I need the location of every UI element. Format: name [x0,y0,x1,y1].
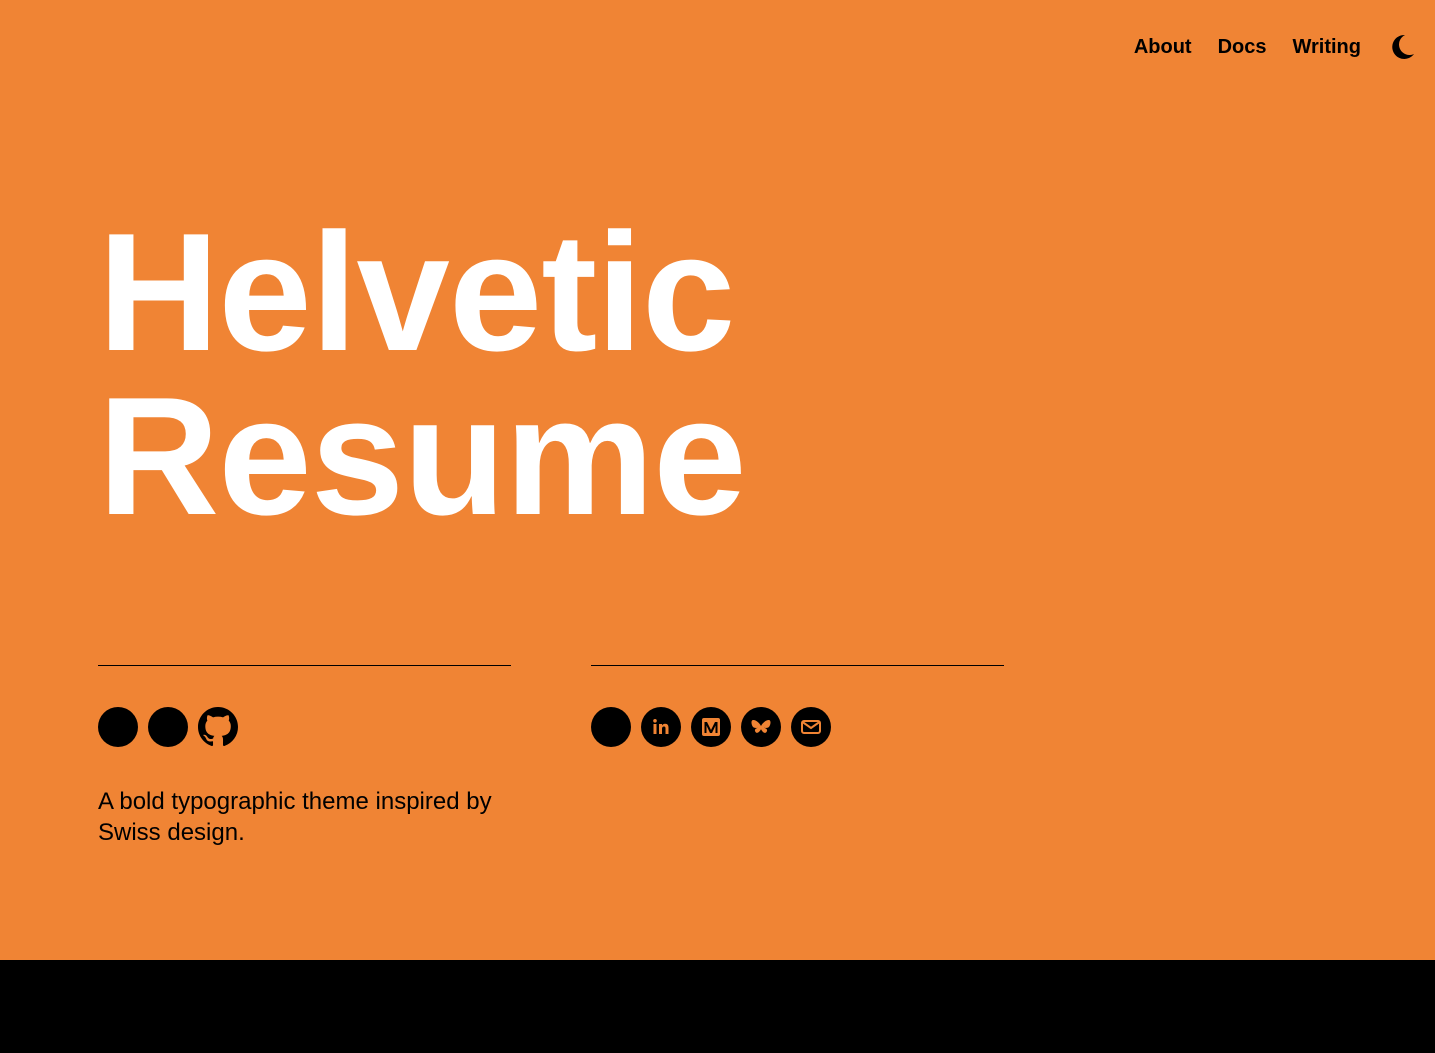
medium-icon[interactable] [691,707,731,747]
page-title: Helvetic Resume [98,198,747,550]
divider [98,665,511,666]
links-column [591,665,1004,747]
footer [0,960,1435,1053]
nav-link-writing[interactable]: Writing [1292,34,1361,60]
circle-icon[interactable] [98,707,138,747]
nav-link-about[interactable]: About [1134,34,1192,60]
bluesky-icon[interactable] [741,707,781,747]
circle-icon[interactable] [148,707,188,747]
social-icons-right [591,707,1004,747]
circle-icon[interactable] [591,707,631,747]
hero-section: About Docs Writing Helvetic Resume A bol… [0,0,1435,960]
title-line-1: Helvetic [98,198,735,386]
github-icon[interactable] [198,707,238,747]
moon-icon [1392,34,1414,59]
intro-column: A bold typographic theme inspired by Swi… [98,665,511,848]
theme-toggle-button[interactable] [1389,34,1415,60]
nav-link-docs[interactable]: Docs [1218,34,1267,60]
tagline: A bold typographic theme inspired by Swi… [98,788,492,846]
mail-icon[interactable] [791,707,831,747]
top-nav: About Docs Writing [1134,34,1415,60]
title-line-2: Resume [98,362,747,550]
social-icons-left [98,707,511,747]
linkedin-icon[interactable] [641,707,681,747]
divider [591,665,1004,666]
